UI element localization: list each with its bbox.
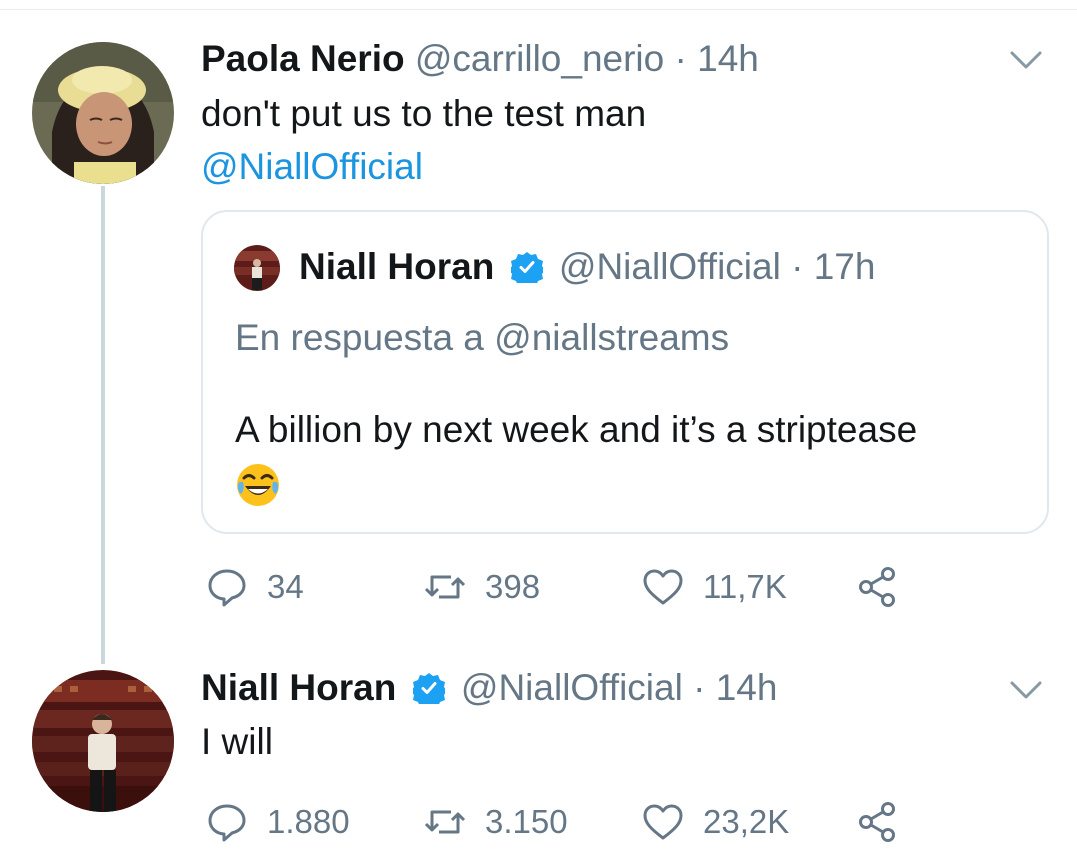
mention-link[interactable]: @NiallOfficial	[201, 143, 423, 191]
like-button[interactable]: 11,7K	[641, 562, 787, 612]
verified-icon	[510, 252, 543, 283]
like-icon	[643, 569, 683, 605]
like-count: 11,7K	[703, 568, 787, 605]
quoted-tweet-text: A billion by next week and it’s a stript…	[235, 409, 918, 450]
avatar-niall-horan[interactable]	[32, 670, 174, 812]
quoted-author-name: Niall Horan	[299, 246, 495, 287]
like-button[interactable]: 23,2K	[641, 797, 789, 847]
author-name[interactable]: Paola Nerio	[201, 38, 405, 79]
reply-icon	[208, 804, 246, 842]
quoted-tweet-card[interactable]: Niall Horan @NiallOfficial · 17h En resp…	[201, 210, 1049, 534]
quoted-reply-context: En respuesta a @niallstreams	[235, 317, 730, 358]
tweet-actions: 1.880 3.150 23,2K	[201, 797, 921, 847]
chevron-down-icon[interactable]	[1009, 679, 1043, 701]
share-button[interactable]	[857, 562, 901, 612]
retweet-icon	[424, 575, 466, 599]
laughing-tears-emoji	[237, 464, 279, 506]
tweet-text: don't put us to the test man	[201, 93, 647, 134]
quoted-tweet-header: Niall Horan @NiallOfficial · 17h	[299, 245, 875, 289]
chevron-down-icon[interactable]	[1009, 49, 1043, 71]
top-divider	[0, 0, 1077, 10]
like-icon	[643, 804, 683, 840]
avatar-image	[32, 670, 174, 812]
retweet-button[interactable]: 398	[423, 562, 540, 612]
like-count: 23,2K	[703, 803, 790, 840]
retweet-button[interactable]: 3.150	[423, 797, 568, 847]
avatar-image	[234, 245, 280, 291]
tweet-timestamp[interactable]: · 14h	[693, 667, 777, 708]
author-handle[interactable]: @NiallOfficial	[461, 667, 683, 708]
share-icon	[859, 802, 895, 842]
reply-button[interactable]: 34	[205, 562, 304, 612]
retweet-icon	[424, 810, 466, 834]
tweet-header: Paola Nerio @carrillo_nerio · 14h	[201, 37, 759, 81]
quoted-tweet-timestamp: · 17h	[791, 246, 876, 287]
avatar-niall-horan-small	[234, 245, 280, 291]
verified-icon	[412, 673, 445, 704]
quoted-author-handle: @NiallOfficial	[558, 246, 781, 287]
reply-icon	[208, 569, 246, 607]
avatar-paola-nerio[interactable]	[32, 42, 174, 184]
reply-count: 34	[267, 568, 304, 605]
author-name[interactable]: Niall Horan	[201, 667, 396, 708]
retweet-count: 3.150	[485, 803, 568, 840]
tweet-text: I will	[201, 721, 273, 762]
tweet-header: Niall Horan @NiallOfficial · 14h	[201, 666, 777, 710]
reply-button[interactable]: 1.880	[205, 797, 350, 847]
author-handle[interactable]: @carrillo_nerio	[415, 38, 664, 79]
reply-count: 1.880	[267, 803, 350, 840]
tweet-timestamp[interactable]: · 14h	[675, 38, 759, 79]
share-button[interactable]	[857, 797, 901, 847]
thread-connector-line	[101, 186, 105, 664]
tweet-actions: 34 398 11,7K	[201, 562, 921, 612]
share-icon	[859, 567, 895, 607]
retweet-count: 398	[485, 568, 541, 605]
avatar-image	[32, 42, 174, 184]
